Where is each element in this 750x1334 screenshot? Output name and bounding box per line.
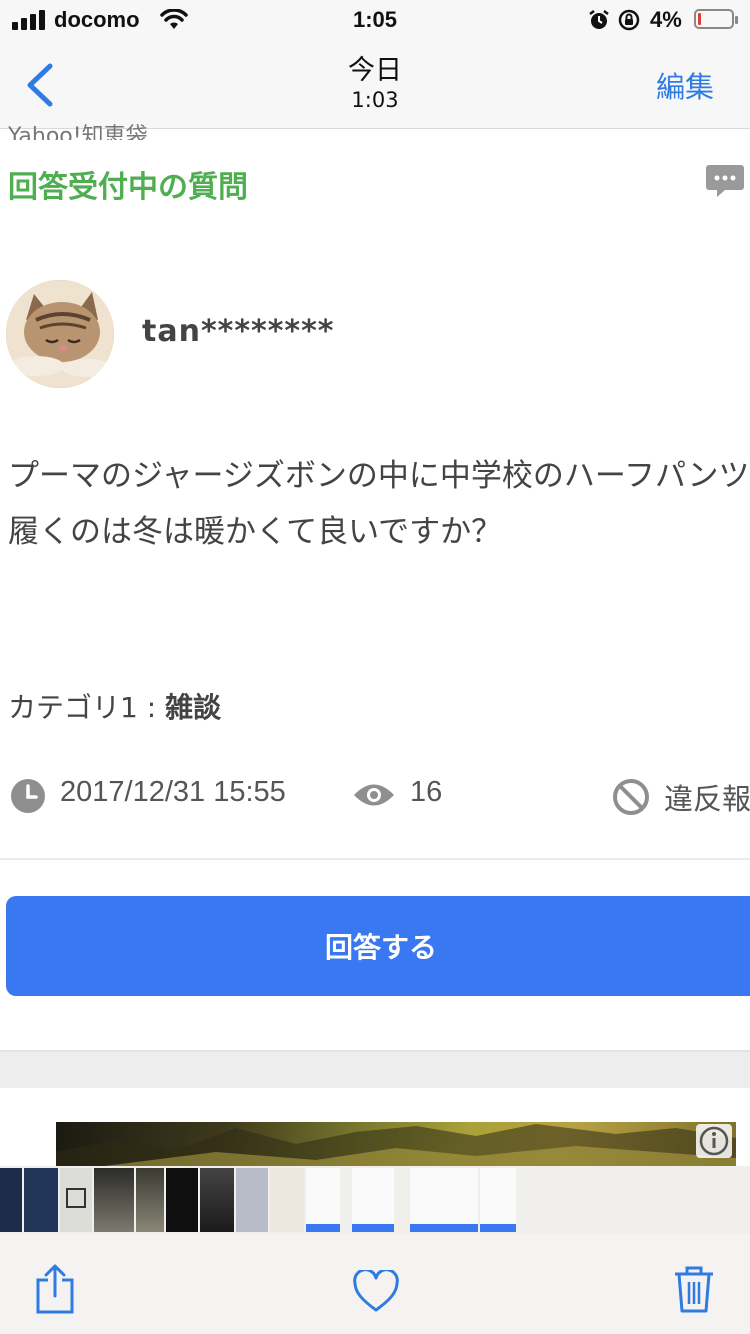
thumbnail[interactable] (94, 1168, 134, 1232)
category-label: カテゴリ1 : (8, 691, 166, 724)
question-text: プーマのジャージズボンの中に中学校のハーフパンツ履くのは冬は暖かくて良いですか？ (8, 458, 750, 550)
nav-title: 今日 (348, 55, 402, 86)
thumbnail[interactable] (352, 1168, 394, 1232)
clock-icon (11, 779, 45, 813)
report-icon[interactable] (612, 778, 650, 816)
thumbnail[interactable] (200, 1168, 234, 1232)
status-bar: docomo 1:05 4% (0, 0, 750, 40)
thumbnail[interactable] (24, 1168, 58, 1232)
thumbnail[interactable] (410, 1168, 444, 1232)
divider (0, 858, 750, 860)
thumbnail[interactable] (136, 1168, 164, 1232)
thumbnail[interactable] (0, 1168, 22, 1232)
question-status-heading: 回答受付中の質問 (8, 170, 248, 205)
thumbnail[interactable] (60, 1168, 92, 1232)
cat-avatar-image (6, 280, 114, 388)
share-icon[interactable] (34, 1264, 76, 1314)
trash-icon[interactable] (672, 1264, 716, 1314)
nav-subtitle: 1:03 (351, 88, 399, 112)
username[interactable]: tan******** (142, 314, 334, 349)
carrier-label: docomo (54, 7, 140, 32)
thumbnail[interactable] (306, 1168, 340, 1232)
question-meta-row: 2017/12/31 15:55 16 違反報告 (0, 770, 750, 820)
rotation-lock-icon (618, 9, 640, 31)
battery-level (698, 13, 701, 25)
posted-date: 2017/12/31 15:55 (60, 776, 286, 808)
ad-info-icon[interactable] (696, 1124, 732, 1158)
thumbnail[interactable] (444, 1168, 478, 1232)
comment-bubble-icon[interactable] (705, 163, 745, 199)
heart-icon[interactable] (352, 1270, 400, 1314)
answer-button[interactable]: 回答する (6, 896, 750, 996)
eye-icon (354, 784, 394, 806)
mountain-ad-image (56, 1124, 736, 1172)
view-count: 16 (410, 776, 443, 808)
thumbnail[interactable] (166, 1168, 198, 1232)
edit-button[interactable]: 編集 (630, 64, 740, 106)
avatar[interactable] (6, 280, 114, 388)
thumbnail[interactable] (236, 1168, 268, 1232)
category[interactable]: カテゴリ1 : 雑談 (8, 686, 221, 726)
category-value[interactable]: 雑談 (165, 691, 221, 724)
report-link[interactable]: 違反報告 (664, 776, 750, 818)
signal-icon (12, 10, 48, 30)
battery-icon (694, 9, 738, 29)
thumbnail[interactable] (270, 1168, 304, 1232)
brand-logo: Yahoo!知恵袋 (8, 124, 148, 140)
photo-thumbnail-strip[interactable] (0, 1166, 750, 1234)
wifi-icon (160, 9, 188, 29)
alarm-icon (589, 10, 609, 29)
ad-banner[interactable] (56, 1122, 736, 1172)
chevron-left-icon[interactable] (20, 62, 60, 108)
status-time: 1:05 (352, 7, 398, 32)
battery-percent: 4% (650, 7, 682, 32)
thumbnail[interactable] (480, 1168, 516, 1232)
section-separator (0, 1050, 750, 1088)
